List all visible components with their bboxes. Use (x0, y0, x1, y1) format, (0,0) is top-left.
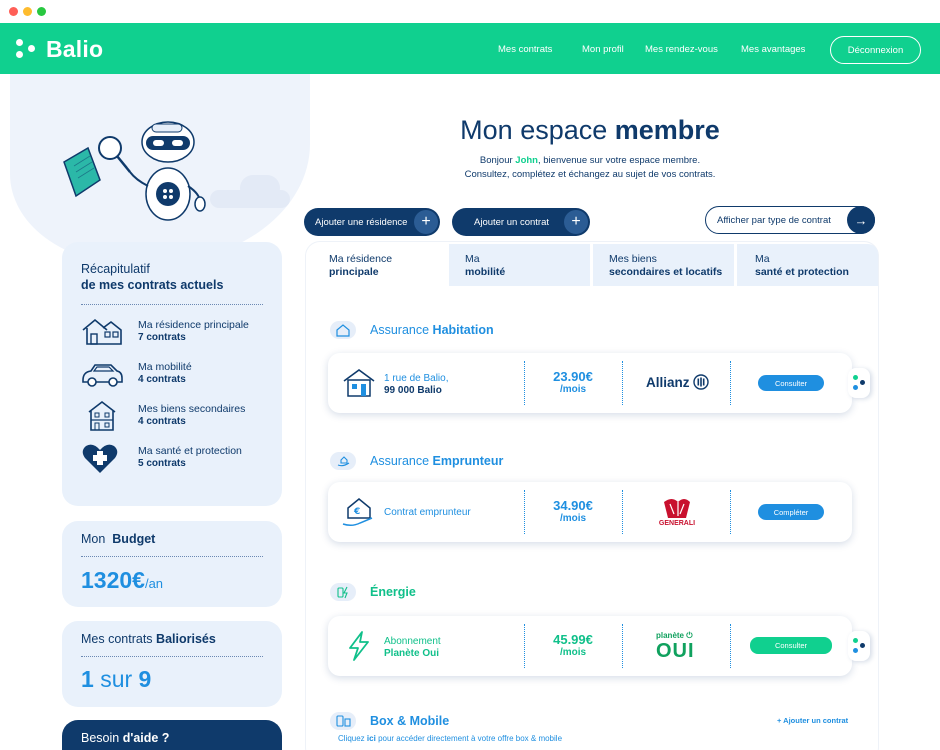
house-icon (82, 318, 122, 345)
hand-house-icon (330, 452, 356, 470)
cloud-decoration (240, 175, 280, 201)
section-borrower-insurance: Assurance Emprunteur (330, 451, 503, 471)
svg-text:€: € (353, 507, 360, 517)
window-minimize-dot[interactable] (23, 7, 32, 16)
contract-price: 23.90€ /mois (553, 369, 593, 395)
contract-label: Abonnement Planète Oui (384, 636, 441, 659)
building-icon (88, 400, 116, 431)
heart-cross-icon (82, 444, 118, 473)
lightning-icon (349, 631, 369, 661)
tab-health-protection[interactable]: Ma santé et protection (737, 244, 878, 286)
contract-price: 34.90€ /mois (553, 498, 593, 524)
tab-main-residence[interactable]: Ma résidence principale (306, 244, 449, 286)
budget-value: 1320€/an (81, 567, 164, 593)
section-home-insurance: Assurance Habitation (330, 320, 494, 340)
top-navbar: Balio Mes contrats Mon profil Mes rendez… (0, 23, 940, 74)
user-name: John (515, 155, 538, 166)
balio-badge (848, 368, 870, 398)
balio-badge (848, 631, 870, 661)
divider (81, 656, 263, 657)
summary-item-secondary[interactable]: Mes biens secondaires 4 contrats (81, 400, 271, 434)
euro-house-hand-icon: € (342, 498, 373, 527)
book-icon (63, 146, 101, 198)
contract-row-home[interactable]: 1 rue de Balio, 99 000 Balio 23.90€ /moi… (328, 353, 870, 413)
house-icon (343, 369, 375, 397)
contract-address: 1 rue de Balio, 99 000 Balio (384, 373, 449, 396)
page-title: Mon espace membre (460, 115, 720, 145)
planete-oui-wordmark: OUI (656, 640, 695, 662)
insurer-logo-allianz: Allianz (646, 374, 709, 390)
add-contract-button[interactable]: Ajouter un contrat + (452, 208, 590, 236)
complete-button[interactable]: Compléter (758, 504, 824, 520)
brand-logo[interactable]: Balio (16, 35, 103, 63)
robot-illustration (63, 121, 206, 221)
contract-label: Contrat emprunteur (384, 507, 471, 518)
divider (622, 490, 623, 534)
generali-name: GENERALI (658, 520, 696, 527)
logout-button[interactable]: Déconnexion (830, 36, 921, 64)
energy-icon (330, 583, 356, 601)
box-mobile-note: Cliquez ici pour accéder directement à v… (338, 734, 563, 743)
divider (622, 361, 623, 405)
nav-link-advantages[interactable]: Mes avantages (741, 44, 805, 55)
arrow-right-icon: → (847, 206, 875, 234)
devices-icon (330, 712, 356, 730)
divider (81, 556, 263, 557)
divider (524, 490, 525, 534)
section-box-mobile: Box & Mobile (330, 711, 449, 731)
nav-link-contracts[interactable]: Mes contrats (498, 44, 552, 55)
box-mobile-link[interactable]: ici (367, 734, 376, 743)
allianz-logo-icon (693, 374, 709, 390)
nav-link-profile[interactable]: Mon profil (582, 44, 624, 55)
brand-name: Balio (46, 35, 104, 62)
help-title: Besoin d'aide ? (81, 731, 170, 745)
tab-secondary-properties[interactable]: Mes biens secondaires et locatifs (593, 244, 734, 286)
summary-item-health[interactable]: Ma santé et protection 5 contrats (81, 442, 271, 476)
divider (730, 490, 731, 534)
consult-button[interactable]: Consulter (758, 375, 824, 391)
plus-icon: + (564, 210, 588, 234)
divider (622, 624, 623, 668)
contracts-summary-card: Récapitulatif de mes contrats actuels Ma… (62, 242, 282, 506)
tab-mobility[interactable]: Ma mobilité (449, 244, 590, 286)
divider (81, 304, 263, 305)
window-maximize-dot[interactable] (37, 7, 46, 16)
contract-row-borrower[interactable]: € Contrat emprunteur 34.90€ /mois GENERA… (328, 482, 852, 542)
add-contract-link[interactable]: + Ajouter un contrat (777, 716, 848, 725)
summary-item-mobility[interactable]: Ma mobilité 4 contrats (81, 358, 271, 392)
summary-item-residence[interactable]: Ma résidence principale 7 contrats (81, 316, 271, 350)
budget-card: Mon Budget 1320€/an (62, 521, 282, 607)
divider (730, 624, 731, 668)
add-residence-button[interactable]: Ajouter une résidence + (304, 208, 440, 236)
filter-by-type-button[interactable]: Afficher par type de contrat → (705, 206, 875, 234)
browser-chrome (0, 0, 940, 23)
window-close-dot[interactable] (9, 7, 18, 16)
welcome-text: Bonjour John, bienvenue sur votre espace… (464, 155, 716, 180)
contract-row-energy[interactable]: Abonnement Planète Oui 45.99€ /mois plan… (328, 616, 870, 676)
nav-link-appointments[interactable]: Mes rendez-vous (645, 44, 718, 55)
car-icon (82, 364, 123, 387)
section-energy: Énergie (330, 582, 416, 602)
summary-title: Récapitulatif de mes contrats actuels (81, 262, 224, 292)
consult-button[interactable]: Consulter (750, 637, 832, 654)
contract-price: 45.99€ /mois (553, 632, 593, 658)
baliorises-card: Mes contrats Baliorisés 1 sur 9 (62, 621, 282, 707)
divider (524, 361, 525, 405)
divider (730, 361, 731, 405)
house-icon (330, 321, 356, 339)
baliorises-title: Mes contrats Baliorisés (81, 632, 216, 646)
budget-title: Mon Budget (81, 532, 156, 546)
baliorises-count: 1 sur 9 (81, 666, 152, 692)
magnifier-icon (98, 136, 131, 173)
help-card[interactable]: Besoin d'aide ? (62, 720, 282, 750)
plus-icon: + (414, 210, 438, 234)
balio-logo-icon (16, 38, 38, 60)
divider (524, 624, 525, 668)
